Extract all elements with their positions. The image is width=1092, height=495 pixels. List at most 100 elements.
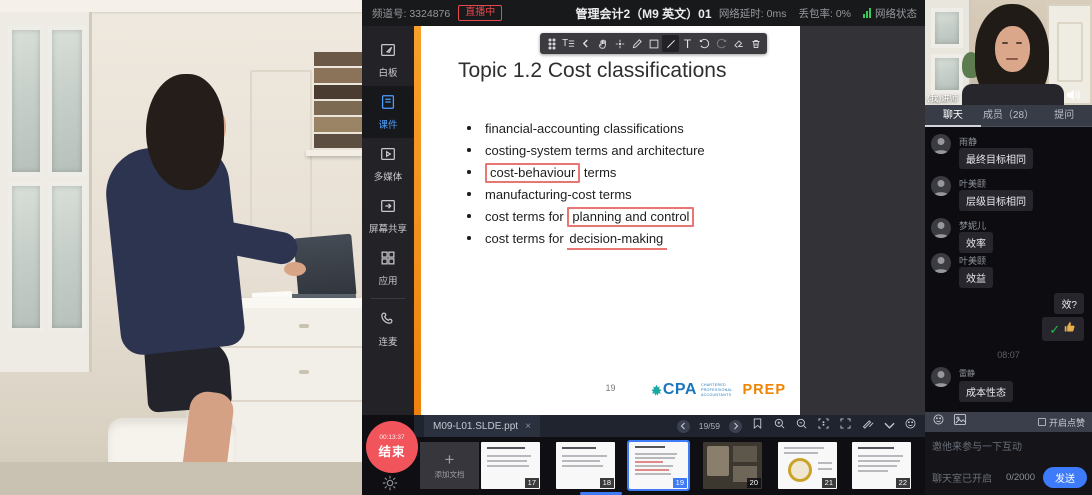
photo-book-stack <box>314 52 362 148</box>
student-camera-photo <box>0 0 362 495</box>
video-person-body <box>962 84 1064 105</box>
line-tool-button[interactable] <box>662 35 679 52</box>
pen-tool-button[interactable] <box>628 35 645 52</box>
chat-user-name: 叶美颐 <box>959 254 986 267</box>
top-bar: 管理会计2（M9 英文）01 频道号: 3324876 直播中 网络延时: 0m… <box>362 0 925 26</box>
video-name-label: (我)讲师 <box>927 92 958 104</box>
fullscreen-icon[interactable] <box>839 417 852 435</box>
rectangle-tool-button[interactable] <box>645 35 662 52</box>
apps-icon <box>379 249 397 270</box>
collapse-panel-icon[interactable] <box>884 417 895 435</box>
sidebar-item-apps[interactable]: 应用 <box>362 242 414 294</box>
image-upload-icon[interactable] <box>953 413 967 431</box>
sidebar-item-screenshare[interactable]: 屏幕共享 <box>362 190 414 242</box>
slide-thumbnail-20[interactable]: 20 <box>703 442 762 489</box>
thumbnail-page-number: 18 <box>600 478 614 488</box>
red-box-annotation: cost-behaviour <box>485 163 580 183</box>
chat-own-reaction: ✓ <box>1042 317 1084 341</box>
slide-thumbnail-17[interactable]: 17 <box>481 442 540 489</box>
annotate-pens-icon[interactable] <box>861 417 875 435</box>
photo-floor <box>0 462 362 495</box>
add-document-tile[interactable]: + 添加文档 <box>420 442 479 489</box>
photo-crown-molding <box>0 0 362 12</box>
send-button[interactable]: 发送 <box>1043 467 1087 488</box>
close-icon[interactable]: × <box>525 421 531 432</box>
sidebar: 白板 课件 多媒体 屏幕共享 应用 连麦 <box>362 26 414 415</box>
undo-icon[interactable] <box>696 35 713 52</box>
chat-user-name: 雨静 <box>959 135 977 148</box>
photo-cabinet-pane <box>8 26 44 176</box>
text-tool-button[interactable]: T <box>679 35 696 52</box>
prev-page-button[interactable] <box>677 420 690 433</box>
redo-icon[interactable] <box>713 35 730 52</box>
room-status-text: 聊天室已开启 <box>932 470 992 485</box>
chat-message-text: 效? <box>1054 293 1084 314</box>
bookmark-icon[interactable] <box>751 417 764 435</box>
slide-bullet: costing-system terms and architecture <box>465 143 705 157</box>
emoji-panel-icon[interactable] <box>904 417 917 435</box>
chat-message-text: 效率 <box>959 232 993 253</box>
next-page-button[interactable] <box>729 420 742 433</box>
chat-own-message: 效? <box>1054 293 1084 314</box>
slide-thumbnail-18[interactable]: 18 <box>556 442 615 489</box>
settings-gear-icon[interactable] <box>381 474 399 492</box>
char-counter: 0/2000 <box>1006 472 1035 483</box>
cpa-subline: CHARTERED <box>701 383 733 387</box>
thumbnail-page-number: 17 <box>525 478 539 488</box>
chat-user-name: 雷静 <box>959 368 975 379</box>
video-bg-door-panel <box>1057 22 1083 82</box>
hand-tool-button[interactable] <box>594 35 611 52</box>
sidebar-item-label: 连麦 <box>378 334 397 348</box>
chat-message-text: 效益 <box>959 267 993 288</box>
tab-questions[interactable]: 提问 <box>1036 105 1092 127</box>
slide-thumbnail-22[interactable]: 22 <box>852 442 911 489</box>
tab-members[interactable]: 成员（28） <box>981 105 1037 127</box>
sidebar-item-call[interactable]: 连麦 <box>362 303 414 355</box>
end-class-label: 结束 <box>378 441 405 460</box>
slide-accent-strip <box>414 26 421 415</box>
thumbnail-page-number: 20 <box>747 478 761 488</box>
document-tab[interactable]: M09-L01.SLDE.ppt × <box>424 415 540 437</box>
chat-input-hint: 邀他来参与一下互动 <box>932 438 1022 453</box>
chat-input-area[interactable]: 邀他来参与一下互动 聊天室已开启 0/2000 发送 <box>925 432 1092 495</box>
chat-user-name: 梦妮儿 <box>959 219 986 232</box>
laser-pointer-button[interactable] <box>611 35 628 52</box>
chat-user-name: 叶美颐 <box>959 177 986 190</box>
slide-thumbnail-21[interactable]: 21 <box>778 442 837 489</box>
zoom-out-icon[interactable] <box>795 417 808 435</box>
slide-bullet: cost terms for planning and control <box>465 209 705 223</box>
fit-to-width-icon[interactable] <box>817 417 830 435</box>
emoji-icon[interactable] <box>932 413 945 431</box>
likes-toggle-checkbox[interactable] <box>1038 418 1046 426</box>
slide[interactable]: Topic 1.2 Cost classifications financial… <box>421 26 800 415</box>
drag-handle-icon[interactable] <box>543 35 560 52</box>
slide-thumbnail-19[interactable]: 19 <box>629 442 688 489</box>
cpa-subline: PROFESSIONAL <box>701 388 733 392</box>
photo-cabinet-pane <box>48 26 86 176</box>
text-style-button[interactable]: T <box>560 35 577 52</box>
end-class-button[interactable]: 00:13:37 结束 <box>366 421 418 473</box>
speaker-icon[interactable] <box>1066 88 1082 105</box>
chat-panel[interactable]: 雨静 最终目标相同 叶美颐 层级目标相同 梦妮儿 效率 叶美颐 效益 效? ✓ … <box>925 127 1092 412</box>
sidebar-item-courseware[interactable]: 课件 <box>362 86 414 138</box>
red-underline-annotation: decision-making <box>567 231 667 250</box>
sidebar-item-label: 课件 <box>378 117 397 131</box>
thumbnail-page-number: 19 <box>673 478 687 488</box>
network-status-label[interactable]: 网络状态 <box>875 6 917 21</box>
zoom-in-icon[interactable] <box>773 417 786 435</box>
reaction-bubble: ✓ <box>1042 317 1084 341</box>
phone-icon <box>379 310 397 331</box>
screenshare-icon <box>379 197 397 218</box>
whiteboard-icon <box>379 41 397 62</box>
likes-toggle-label[interactable]: 开启点赞 <box>1049 416 1085 429</box>
sidebar-item-multimedia[interactable]: 多媒体 <box>362 138 414 190</box>
packet-loss: 丢包率: 0% <box>798 6 851 21</box>
eraser-icon[interactable] <box>730 35 747 52</box>
tab-chat[interactable]: 聊天 <box>925 105 981 127</box>
chat-message-text: 最终目标相同 <box>959 148 1033 169</box>
sidebar-divider <box>371 298 405 299</box>
collapse-left-icon[interactable] <box>577 35 594 52</box>
teacher-video[interactable]: (我)讲师 <box>925 0 1092 105</box>
sidebar-item-whiteboard[interactable]: 白板 <box>362 34 414 86</box>
trash-icon[interactable] <box>747 35 764 52</box>
